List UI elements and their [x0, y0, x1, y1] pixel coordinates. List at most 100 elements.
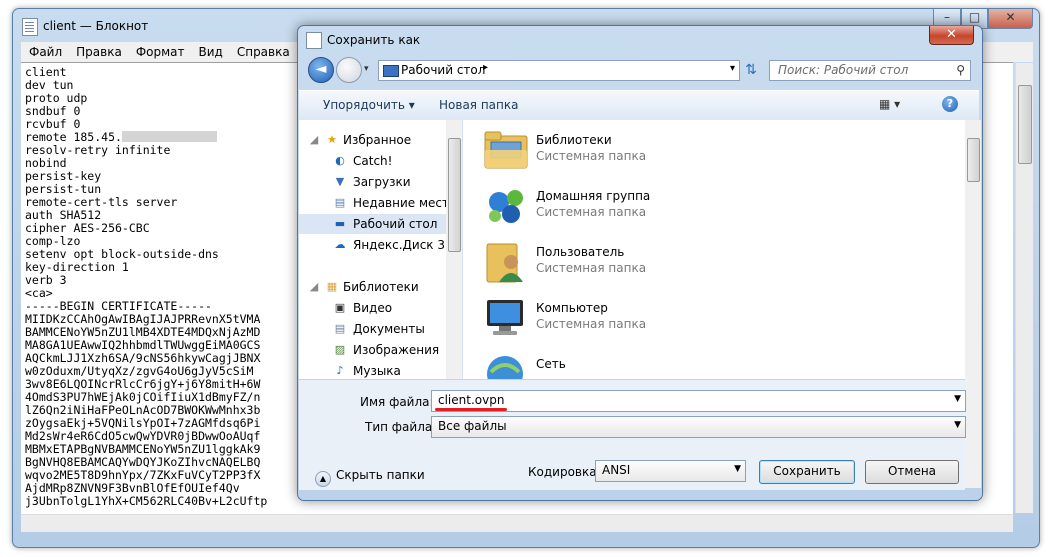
text-line[interactable]: MIIDKzCCAhOgAwIBAgIJAJPRRevnX5tVMA — [25, 312, 260, 326]
save-button[interactable]: Сохранить — [759, 460, 855, 484]
text-line[interactable]: verb 3 — [25, 273, 67, 287]
text-line[interactable]: Md2sWr4eR6CdO5cwQwYDVR0jBDwwOoAUqf — [25, 429, 260, 443]
text-line[interactable]: resolv-retry infinite — [25, 143, 170, 157]
encoding-value[interactable]: ANSI — [602, 463, 630, 477]
list-item-homegroup[interactable]: Домашняя группа Системная папка — [483, 184, 953, 240]
list-item-user[interactable]: Пользователь Системная папка — [483, 240, 953, 296]
chevron-down-icon[interactable]: ▼ — [734, 464, 741, 474]
expand-arrow-icon[interactable]: ◢ — [307, 133, 321, 146]
expand-arrow-icon[interactable]: ◢ — [307, 280, 321, 293]
network-icon — [487, 356, 523, 379]
vertical-scrollbar[interactable] — [1015, 63, 1033, 513]
text-line[interactable]: dev tun — [25, 78, 73, 92]
text-line[interactable]: MA8GA1UEAwwIQ2hhbmdlTWUwggEiMA0GCS — [25, 338, 260, 352]
list-item-computer[interactable]: Компьютер Системная папка — [483, 296, 953, 352]
text-line[interactable]: 4OmdS3PU7hWEjAk0jCOifIiuX1dBmyFZ/n — [25, 390, 260, 404]
text-line[interactable]: persist-key — [25, 169, 101, 183]
scroll-thumb[interactable] — [448, 138, 461, 252]
text-line[interactable]: key-direction 1 — [25, 260, 129, 274]
nav-item-pictures[interactable]: ▨ Изображения — [299, 340, 446, 360]
filetype-select[interactable]: Все файлы ▼ — [431, 416, 966, 438]
text-line[interactable]: zOygsaEkj+5VQNilsYpOI+7zAGMfdsq6Pi — [25, 416, 260, 430]
list-item-network[interactable]: Сеть — [483, 352, 953, 379]
chevron-down-icon[interactable]: ▼ — [954, 394, 961, 404]
search-placeholder[interactable]: Поиск: Рабочий стол — [778, 63, 908, 77]
forward-arrow-icon[interactable] — [336, 57, 362, 83]
filetype-value[interactable]: Все файлы — [438, 419, 507, 433]
nav-libraries[interactable]: ◢ ▦ Библиотеки — [299, 277, 446, 297]
cancel-button[interactable]: Отмена — [865, 460, 959, 484]
nav-item-documents[interactable]: ▤ Документы — [299, 319, 446, 339]
search-box[interactable]: Поиск: Рабочий стол ⚲ — [769, 60, 971, 81]
nav-item-desktop[interactable]: ▬ Рабочий стол — [299, 214, 446, 234]
text-line[interactable]: <ca> — [25, 286, 53, 300]
filename-value[interactable]: client.ovpn — [438, 393, 504, 407]
text-line[interactable]: nobind — [25, 156, 67, 170]
menu-help[interactable]: Справка — [229, 42, 296, 59]
text-line[interactable]: w0zOduxm/UtyqXz/zgvG4oU6gJyV5cSiM — [25, 364, 253, 378]
nav-scrollbar[interactable] — [446, 120, 462, 379]
encoding-select[interactable]: ANSI ▼ — [595, 460, 746, 482]
nav-item-music[interactable]: ♪ Музыка — [299, 361, 446, 379]
text-line[interactable]: MBMxETAPBgNVBAMMCENoYW5nZU1lggkAk9 — [25, 442, 260, 456]
hide-folders-label[interactable]: Скрыть папки — [336, 468, 425, 482]
dialog-icon — [306, 32, 322, 49]
text-line[interactable]: rcvbuf 0 — [25, 117, 80, 131]
new-folder-button[interactable]: Новая папка — [439, 98, 518, 112]
text-line[interactable]: AQCkmLJJ1Xzh6SA/9cNS56hkywCagjJBNX — [25, 351, 260, 365]
nav-label: Рабочий стол — [353, 217, 438, 231]
nav-item-yandex-disk[interactable]: ☁ Яндекс.Диск 3.0 — [299, 235, 457, 255]
history-dropdown-icon[interactable]: ▾ — [364, 64, 369, 74]
address-bar[interactable]: Рабочий стол ▸ ▾ — [378, 60, 740, 81]
close-button[interactable]: ✕ — [988, 9, 1033, 29]
help-icon[interactable]: ? — [942, 96, 958, 112]
text-line[interactable]: 3wv8E6LQOINcrRlcCr6jgY+j6Y8mitH+6W — [25, 377, 260, 391]
organize-button[interactable]: Упорядочить ▾ — [323, 98, 415, 112]
back-arrow-icon[interactable]: ◄ — [308, 57, 334, 83]
refresh-icon[interactable]: ⇅ — [739, 60, 763, 81]
text-line[interactable]: auth SHA512 — [25, 208, 101, 222]
menu-format[interactable]: Формат — [128, 42, 191, 59]
item-name: Компьютер — [536, 301, 608, 315]
nav-item-recent[interactable]: ▤ Недавние места — [299, 193, 457, 213]
horizontal-scrollbar[interactable] — [21, 514, 1013, 532]
address-location[interactable]: Рабочий стол — [401, 63, 485, 77]
file-list-scrollbar[interactable] — [965, 120, 981, 488]
nav-item-catch[interactable]: ◐ Catch! — [299, 151, 446, 171]
breadcrumb-arrow-icon[interactable]: ▸ — [483, 62, 488, 73]
text-line[interactable]: client — [25, 65, 67, 79]
text-line[interactable]: lZ6Qn2iNiHaFPeOLnAcOD7BWOKWwMnhx3b — [25, 403, 260, 417]
text-line[interactable]: proto udp — [25, 91, 87, 105]
menu-edit[interactable]: Правка — [68, 42, 128, 59]
text-line[interactable]: wqvo2ME5T8D9hnYpx/7ZKxFuVCyT2PP3fX — [25, 468, 260, 482]
text-line[interactable]: BgNVHQ8EBAMCAQYwDQYJKoZIhvcNAQELBQ — [25, 455, 260, 469]
view-options-icon[interactable]: ▦ ▾ — [879, 97, 900, 111]
address-dropdown-icon[interactable]: ▾ — [730, 63, 735, 74]
menu-file[interactable]: Файл — [21, 42, 68, 59]
chevron-down-icon[interactable]: ▼ — [954, 420, 961, 430]
text-line[interactable]: AjdMRp8ZNVN9F3BvnBlOfEfOUIef4Qv — [25, 481, 240, 495]
desktop-icon: ▬ — [334, 217, 346, 230]
text-line[interactable]: persist-tun — [25, 182, 101, 196]
text-line[interactable]: setenv opt block-outside-dns — [25, 247, 219, 261]
text-line[interactable]: j3UbnTolgL1YhX+CM562RLC40Bv+L2cUftp — [25, 494, 267, 508]
chevron-up-icon[interactable]: ▲ — [315, 471, 331, 487]
text-line[interactable]: sndbuf 0 — [25, 104, 80, 118]
search-icon[interactable]: ⚲ — [956, 63, 965, 77]
nav-favorites[interactable]: ◢ ★ Избранное — [299, 130, 446, 150]
list-item-libraries[interactable]: Библиотеки Системная папка — [483, 128, 953, 184]
text-line[interactable]: comp-lzo — [25, 234, 80, 248]
nav-item-video[interactable]: ▣ Видео — [299, 298, 446, 318]
nav-item-downloads[interactable]: ▼ Загрузки — [299, 172, 446, 192]
menu-view[interactable]: Вид — [191, 42, 229, 59]
text-line[interactable]: remote 185.45. — [25, 130, 122, 144]
text-line[interactable]: -----BEGIN CERTIFICATE----- — [25, 299, 212, 313]
scroll-thumb[interactable] — [967, 138, 980, 182]
text-line[interactable]: remote-cert-tls server — [25, 195, 177, 209]
filename-input[interactable]: client.ovpn ▼ — [431, 390, 966, 412]
hide-folders-button[interactable]: ▲ Скрыть папки — [315, 468, 425, 487]
dialog-close-button[interactable]: ✕ — [929, 26, 974, 45]
text-line[interactable]: cipher AES-256-CBC — [25, 221, 150, 235]
text-line[interactable]: BAMMCENoYW5nZU1lMB4XDTE4MDQxNjAzMD — [25, 325, 260, 339]
scroll-thumb[interactable] — [1018, 85, 1032, 164]
